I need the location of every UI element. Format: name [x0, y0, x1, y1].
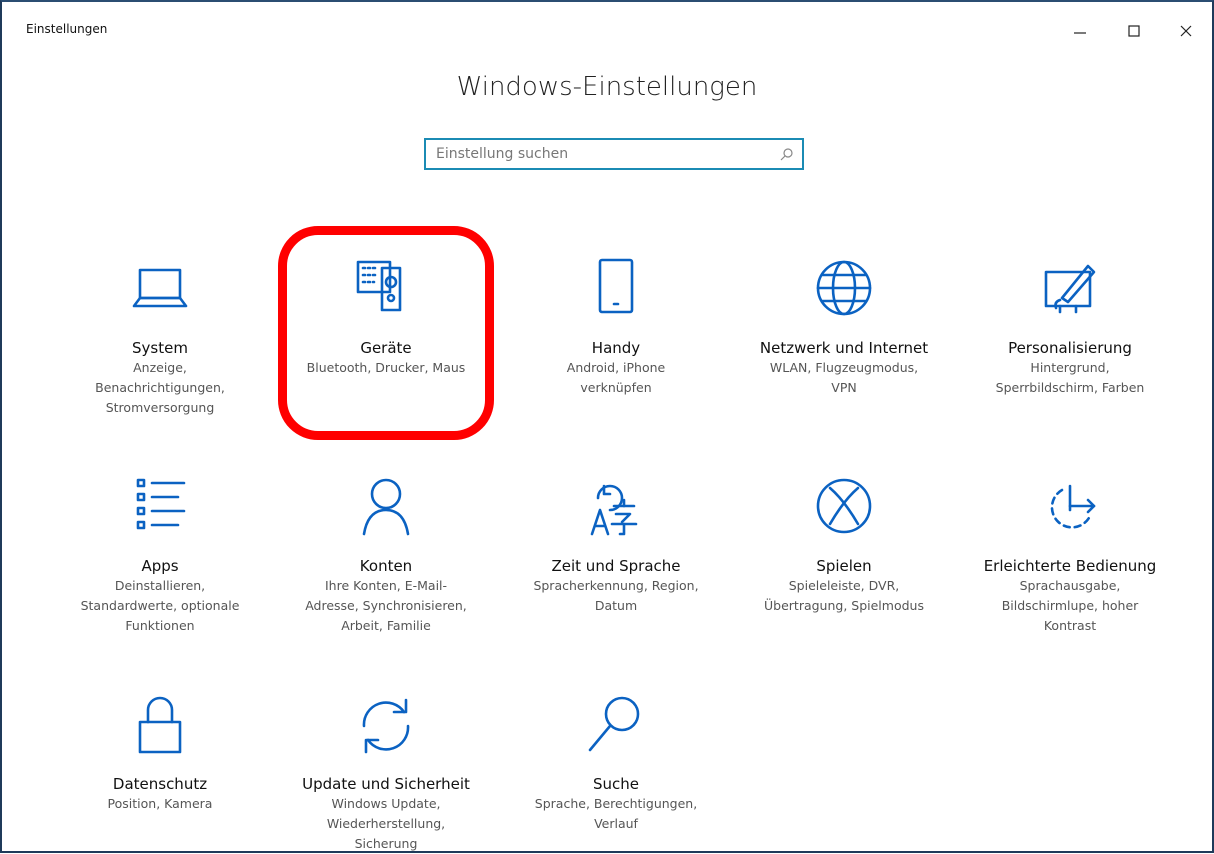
- search-input[interactable]: [426, 140, 786, 168]
- sync-icon: [276, 694, 496, 758]
- page-title: Windows-Einstellungen: [456, 72, 758, 102]
- tile-description: Windows Update, Wiederherstellung, Siche…: [326, 796, 446, 851]
- paint-icon: [960, 258, 1180, 322]
- person-icon: [276, 476, 496, 540]
- tile-description: WLAN, Flugzeugmodus, VPN: [769, 360, 919, 395]
- tile-description: Sprache, Berechtigungen, Verlauf: [534, 796, 698, 831]
- tile-personalisierung[interactable]: Personalisierung Hintergrund, Sperrbilds…: [960, 258, 1180, 398]
- search-icon[interactable]: [780, 147, 794, 161]
- tile-update-sicherheit[interactable]: Update und Sicherheit Windows Update, Wi…: [276, 694, 496, 854]
- tile-description: Position, Kamera: [107, 796, 213, 811]
- tile-description: Spieleleiste, DVR, Übertragung, Spielmod…: [764, 578, 924, 613]
- devices-icon: [276, 258, 496, 322]
- tile-title: Datenschutz: [112, 775, 208, 793]
- tile-datenschutz[interactable]: Datenschutz Position, Kamera: [50, 694, 270, 814]
- tile-description: Bluetooth, Drucker, Maus: [306, 360, 466, 375]
- tile-title: Personalisierung: [1008, 339, 1132, 357]
- time-language-icon: [506, 476, 726, 540]
- ease-of-access-icon: [960, 476, 1180, 540]
- minimize-button[interactable]: [1060, 14, 1100, 46]
- tile-title: Netzwerk und Internet: [759, 339, 929, 357]
- tile-title: Geräte: [360, 339, 412, 357]
- search-icon: [506, 694, 726, 758]
- tile-description: Ihre Konten, E-Mail- Adresse, Synchronis…: [305, 578, 467, 633]
- tile-title: Konten: [359, 557, 413, 575]
- tile-description: Android, iPhone verknüpfen: [566, 360, 666, 395]
- tile-description: Hintergrund, Sperrbildschirm, Farben: [995, 360, 1145, 395]
- tile-description: Spracherkennung, Region, Datum: [533, 578, 699, 613]
- tile-geraete[interactable]: Geräte Bluetooth, Drucker, Maus: [276, 258, 496, 378]
- minimize-icon: [1074, 32, 1086, 34]
- phone-icon: [506, 258, 726, 322]
- globe-icon: [734, 258, 954, 322]
- close-button[interactable]: [1166, 14, 1206, 46]
- search-box[interactable]: [424, 138, 804, 170]
- tile-title: Update und Sicherheit: [302, 775, 470, 793]
- tile-title: Suche: [592, 775, 639, 793]
- tile-netzwerk[interactable]: Netzwerk und Internet WLAN, Flugzeugmodu…: [734, 258, 954, 398]
- title-bar: Einstellungen: [2, 2, 1212, 42]
- tile-description: Anzeige, Benachrichtigungen, Stromversor…: [95, 360, 225, 415]
- tile-spielen[interactable]: Spielen Spieleleiste, DVR, Übertragung, …: [734, 476, 954, 616]
- tile-title: Handy: [591, 339, 641, 357]
- tile-title: Spielen: [816, 557, 872, 575]
- tile-title: Zeit und Sprache: [551, 557, 681, 575]
- settings-window: Einstellungen Windows-Einstellungen Syst…: [0, 0, 1214, 853]
- tile-description: Deinstallieren, Standardwerte, optionale…: [80, 578, 240, 633]
- tile-description: Sprachausgabe, Bildschirmlupe, hoher Kon…: [1001, 578, 1139, 633]
- xbox-icon: [734, 476, 954, 540]
- apps-list-icon: [50, 476, 270, 540]
- tile-handy[interactable]: Handy Android, iPhone verknüpfen: [506, 258, 726, 398]
- tile-system[interactable]: System Anzeige, Benachrichtigungen, Stro…: [50, 258, 270, 418]
- tile-apps[interactable]: Apps Deinstallieren, Standardwerte, opti…: [50, 476, 270, 636]
- tile-title: Apps: [141, 557, 179, 575]
- lock-icon: [50, 694, 270, 758]
- close-icon: [1180, 25, 1192, 37]
- maximize-button[interactable]: [1114, 14, 1154, 46]
- tile-suche[interactable]: Suche Sprache, Berechtigungen, Verlauf: [506, 694, 726, 834]
- tile-title: Erleichterte Bedienung: [983, 557, 1157, 575]
- maximize-icon: [1128, 25, 1140, 37]
- tile-erleichterte-bedienung[interactable]: Erleichterte Bedienung Sprachausgabe, Bi…: [960, 476, 1180, 636]
- tile-konten[interactable]: Konten Ihre Konten, E-Mail- Adresse, Syn…: [276, 476, 496, 636]
- window-title: Einstellungen: [26, 22, 108, 36]
- tile-title: System: [132, 339, 188, 357]
- laptop-icon: [50, 258, 270, 322]
- tile-zeit-sprache[interactable]: Zeit und Sprache Spracherkennung, Region…: [506, 476, 726, 616]
